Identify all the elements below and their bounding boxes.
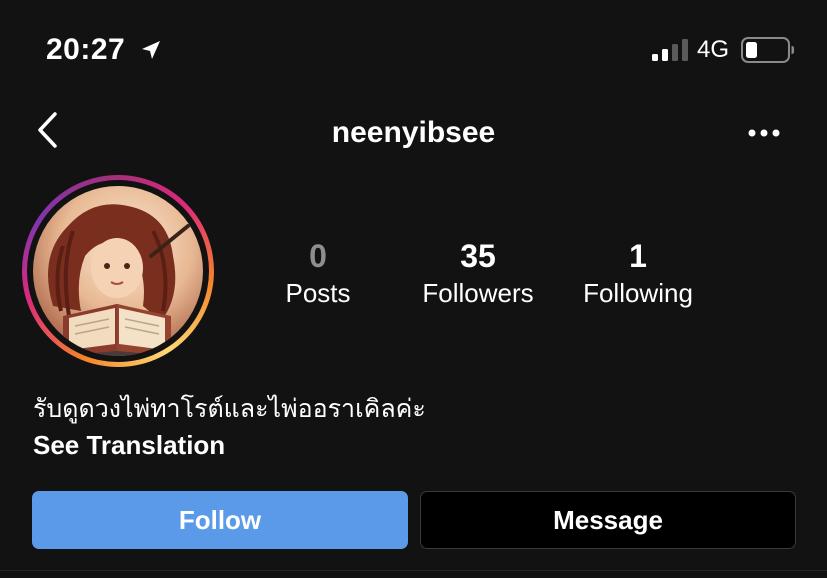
cellular-signal-icon <box>652 39 688 61</box>
follow-button[interactable]: Follow <box>32 491 408 549</box>
see-translation-link[interactable]: See Translation <box>33 428 225 462</box>
followers-label: Followers <box>422 278 534 308</box>
avatar[interactable] <box>33 186 203 356</box>
posts-label: Posts <box>285 278 351 308</box>
battery-low-icon <box>741 37 794 63</box>
stat-following[interactable]: 1 Following <box>558 236 718 310</box>
network-type: 4G <box>697 36 730 63</box>
profile-bio: รับดูดวงไพ่ทาโรต์และไพ่ออราเคิลค่ะ <box>33 394 426 423</box>
stat-followers[interactable]: 35 Followers <box>398 236 558 310</box>
followers-count: 35 <box>460 238 496 274</box>
following-count: 1 <box>629 238 647 274</box>
stat-posts[interactable]: 0 Posts <box>238 236 398 310</box>
profile-avatar-illustration <box>33 186 203 356</box>
message-button[interactable]: Message <box>420 491 796 549</box>
profile-username: neenyibsee <box>331 116 496 149</box>
more-horizontal-icon[interactable] <box>744 118 784 148</box>
location-arrow-icon <box>142 41 160 59</box>
following-label: Following <box>583 278 693 308</box>
profile-stats: 0 Posts 35 Followers 1 Following <box>238 236 718 316</box>
profile-header: neenyibsee <box>0 100 827 166</box>
status-time: 20:27 <box>46 33 126 66</box>
divider <box>0 570 827 571</box>
story-ring[interactable] <box>22 175 214 367</box>
posts-count: 0 <box>309 238 327 274</box>
status-bar: 20:27 4G <box>0 0 827 100</box>
